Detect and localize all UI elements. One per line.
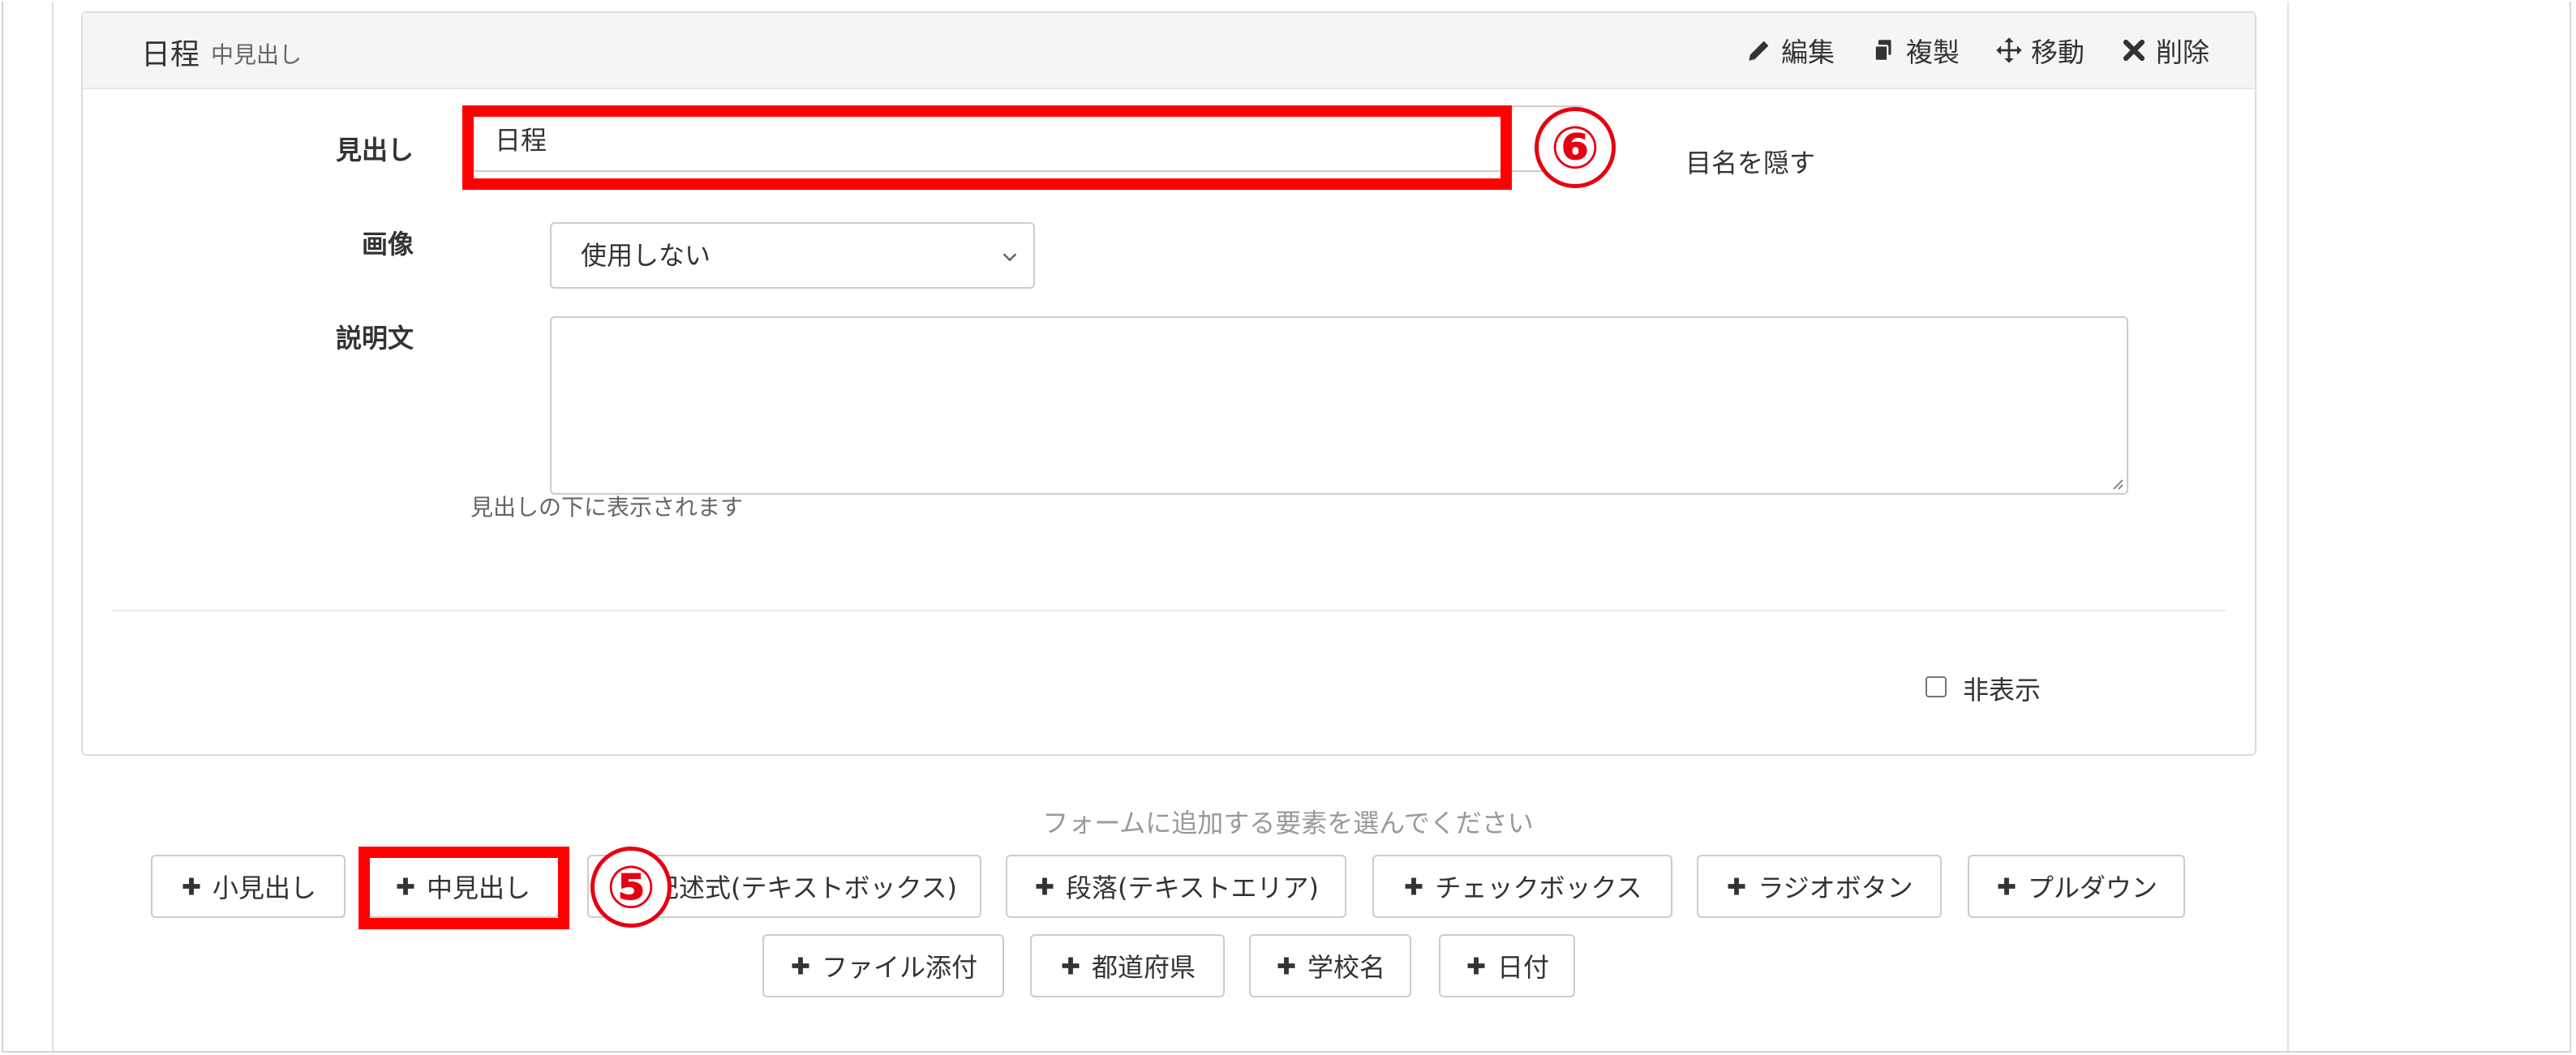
duplicate-button[interactable]: 複製 <box>1870 31 1960 70</box>
delete-button-label: 削除 <box>2156 36 2209 68</box>
add-paragraph-button[interactable]: 段落(テキストエリア) <box>1006 855 1346 918</box>
add-radio-button[interactable]: ラジオボタン <box>1697 855 1942 918</box>
form-element-panel: 日程 中見出し 編集 複製 移動 削除 見出し 目名を隠す 画像 使用しない <box>81 11 2256 756</box>
description-help-text: 見出しの下に表示されます <box>470 494 744 521</box>
plus-icon <box>1036 877 1054 895</box>
plus-icon <box>182 877 200 895</box>
heading-label: 見出し <box>335 135 414 165</box>
add-checkbox-label: チェックボックス <box>1435 873 1642 903</box>
move-button[interactable]: 移動 <box>1995 31 2084 70</box>
panel-subtitle: 中見出し <box>211 41 303 68</box>
add-school-name-button[interactable]: 学校名 <box>1249 934 1411 997</box>
duplicate-button-label: 複製 <box>1906 36 1960 68</box>
plus-icon <box>792 957 809 975</box>
delete-button[interactable]: 削除 <box>2120 31 2209 70</box>
plus-icon <box>1277 957 1295 975</box>
move-arrows-icon <box>1996 37 2022 63</box>
image-label: 画像 <box>361 229 414 259</box>
plus-icon <box>1728 877 1745 895</box>
left-rail-divider <box>52 2 54 1051</box>
add-text-box-label: 記述式(テキストボックス) <box>652 873 957 903</box>
resize-grip-icon[interactable] <box>2109 475 2123 490</box>
image-select-value: 使用しない <box>581 240 711 271</box>
add-file-attachment-button[interactable]: ファイル添付 <box>762 934 1004 997</box>
plus-icon <box>1998 877 2016 895</box>
add-paragraph-label: 段落(テキストエリア) <box>1065 873 1319 903</box>
hidden-checkbox[interactable] <box>1926 676 1947 697</box>
add-file-attachment-label: ファイル添付 <box>821 952 977 983</box>
add-small-heading-button[interactable]: 小見出し <box>151 855 346 918</box>
add-small-heading-label: 小見出し <box>212 873 316 903</box>
move-button-label: 移動 <box>2031 36 2084 68</box>
add-medium-heading-label: 中見出し <box>426 873 530 903</box>
add-checkbox-button[interactable]: チェックボックス <box>1372 855 1672 918</box>
hidden-checkbox-label[interactable]: 非表示 <box>1963 670 2041 707</box>
add-school-name-label: 学校名 <box>1307 952 1385 983</box>
image-select[interactable]: 使用しない <box>550 222 1035 289</box>
plus-icon <box>1467 957 1485 975</box>
edit-button-label: 編集 <box>1781 36 1835 68</box>
close-x-icon <box>2123 39 2145 62</box>
copy-icon <box>1874 40 1891 62</box>
right-rail-divider <box>2287 2 2289 1051</box>
add-date-button[interactable]: 日付 <box>1439 934 1575 997</box>
description-textarea[interactable] <box>550 316 2128 495</box>
description-label: 説明文 <box>335 323 414 354</box>
add-element-prompt: フォームに追加する要素を選んでください <box>1042 808 1534 838</box>
annotation-marker-5: ⑤ <box>590 847 672 928</box>
add-date-label: 日付 <box>1496 952 1549 983</box>
panel-actions: 編集 複製 移動 削除 <box>1745 31 2209 70</box>
plus-icon <box>1062 957 1080 975</box>
add-medium-heading-button[interactable]: 中見出し <box>365 855 560 918</box>
plus-icon <box>397 877 414 895</box>
annotation-marker-6: ⑥ <box>1535 107 1616 188</box>
heading-input[interactable] <box>470 105 1585 172</box>
pencil-icon <box>1749 41 1769 61</box>
plus-icon <box>1405 877 1423 895</box>
chevron-down-icon <box>1002 253 1017 262</box>
add-radio-label: ラジオボタン <box>1758 873 1913 903</box>
hide-item-name-label[interactable]: 目名を隠す <box>1685 143 1815 180</box>
add-prefecture-button[interactable]: 都道府県 <box>1030 934 1225 997</box>
edit-button[interactable]: 編集 <box>1745 31 1835 70</box>
add-pulldown-label: プルダウン <box>2027 873 2157 903</box>
panel-title: 日程 <box>141 38 200 71</box>
add-prefecture-label: 都道府県 <box>1091 952 1196 983</box>
panel-divider <box>112 610 2226 611</box>
panel-header: 日程 中見出し 編集 複製 移動 削除 <box>83 13 2255 89</box>
add-pulldown-button[interactable]: プルダウン <box>1968 855 2185 918</box>
